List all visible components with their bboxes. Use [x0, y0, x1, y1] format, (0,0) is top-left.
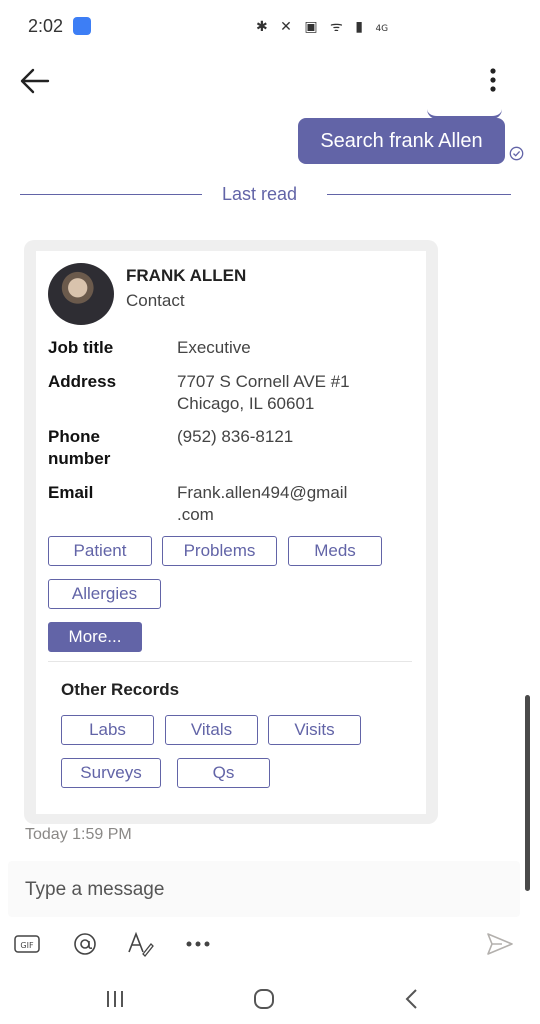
email-line-2: .com — [177, 505, 214, 524]
message-timestamp: Today 1:59 PM — [25, 826, 132, 843]
card-separator — [48, 661, 412, 662]
allergies-button[interactable]: Allergies — [48, 579, 161, 609]
gif-icon[interactable]: GIF — [13, 930, 41, 958]
job-title-label: Job title — [48, 338, 114, 357]
back-arrow-icon[interactable] — [18, 64, 52, 98]
surveys-button[interactable]: Surveys — [61, 758, 161, 788]
phone-label-line-1: Phone — [48, 427, 100, 446]
qs-button[interactable]: Qs — [177, 758, 270, 788]
status-icons: ✱ ✕ ▣ ᯤ ▮ 4G — [256, 17, 388, 36]
address-line-1: 7707 S Cornell AVE #1 — [177, 372, 350, 391]
home-icon[interactable] — [252, 987, 276, 1011]
address-line-2: Chicago, IL 60601 — [177, 394, 315, 413]
network-label: 4G — [375, 24, 389, 34]
patient-button[interactable]: Patient — [48, 536, 152, 566]
divider-line-right — [327, 194, 511, 195]
more-button[interactable]: More... — [48, 622, 142, 652]
problems-button[interactable]: Problems — [162, 536, 277, 566]
phone-label-line-2: number — [48, 449, 111, 468]
scrollbar[interactable] — [525, 695, 530, 891]
sent-message-text: Search frank Allen — [320, 129, 483, 152]
read-check-icon — [509, 146, 524, 161]
vitals-button[interactable]: Vitals — [165, 715, 258, 745]
nav-back-icon[interactable] — [400, 987, 424, 1011]
email-line-1: Frank.allen494@gmail — [177, 483, 348, 502]
phone-value: (952) 836-8121 — [177, 427, 294, 446]
contact-type: Contact — [126, 291, 185, 310]
job-title-value: Executive — [177, 338, 251, 357]
svg-text:GIF: GIF — [20, 941, 34, 950]
avatar — [48, 263, 114, 325]
more-vertical-icon[interactable] — [483, 66, 503, 94]
contact-name: FRANK ALLEN — [126, 266, 247, 285]
send-icon[interactable] — [486, 930, 514, 958]
divider-line-left — [20, 194, 202, 195]
sent-message-bubble[interactable]: Search frank Allen — [298, 118, 505, 164]
mention-icon[interactable] — [71, 930, 99, 958]
other-records-title: Other Records — [61, 680, 180, 699]
status-icons-glyphs: ✱ ✕ ▣ ᯤ ▮ — [256, 19, 367, 35]
email-label: Email — [48, 483, 94, 502]
labs-button[interactable]: Labs — [61, 715, 154, 745]
format-icon[interactable] — [126, 930, 154, 958]
status-time: 2:02 — [28, 16, 64, 36]
visits-button[interactable]: Visits — [268, 715, 361, 745]
meds-button[interactable]: Meds — [288, 536, 382, 566]
recent-apps-icon[interactable] — [103, 987, 127, 1011]
last-read-label: Last read — [222, 184, 298, 204]
app-notification-icon — [73, 17, 91, 35]
address-label: Address — [48, 372, 117, 391]
more-horizontal-icon[interactable] — [184, 930, 212, 958]
message-input-placeholder[interactable]: Type a message — [25, 879, 164, 901]
